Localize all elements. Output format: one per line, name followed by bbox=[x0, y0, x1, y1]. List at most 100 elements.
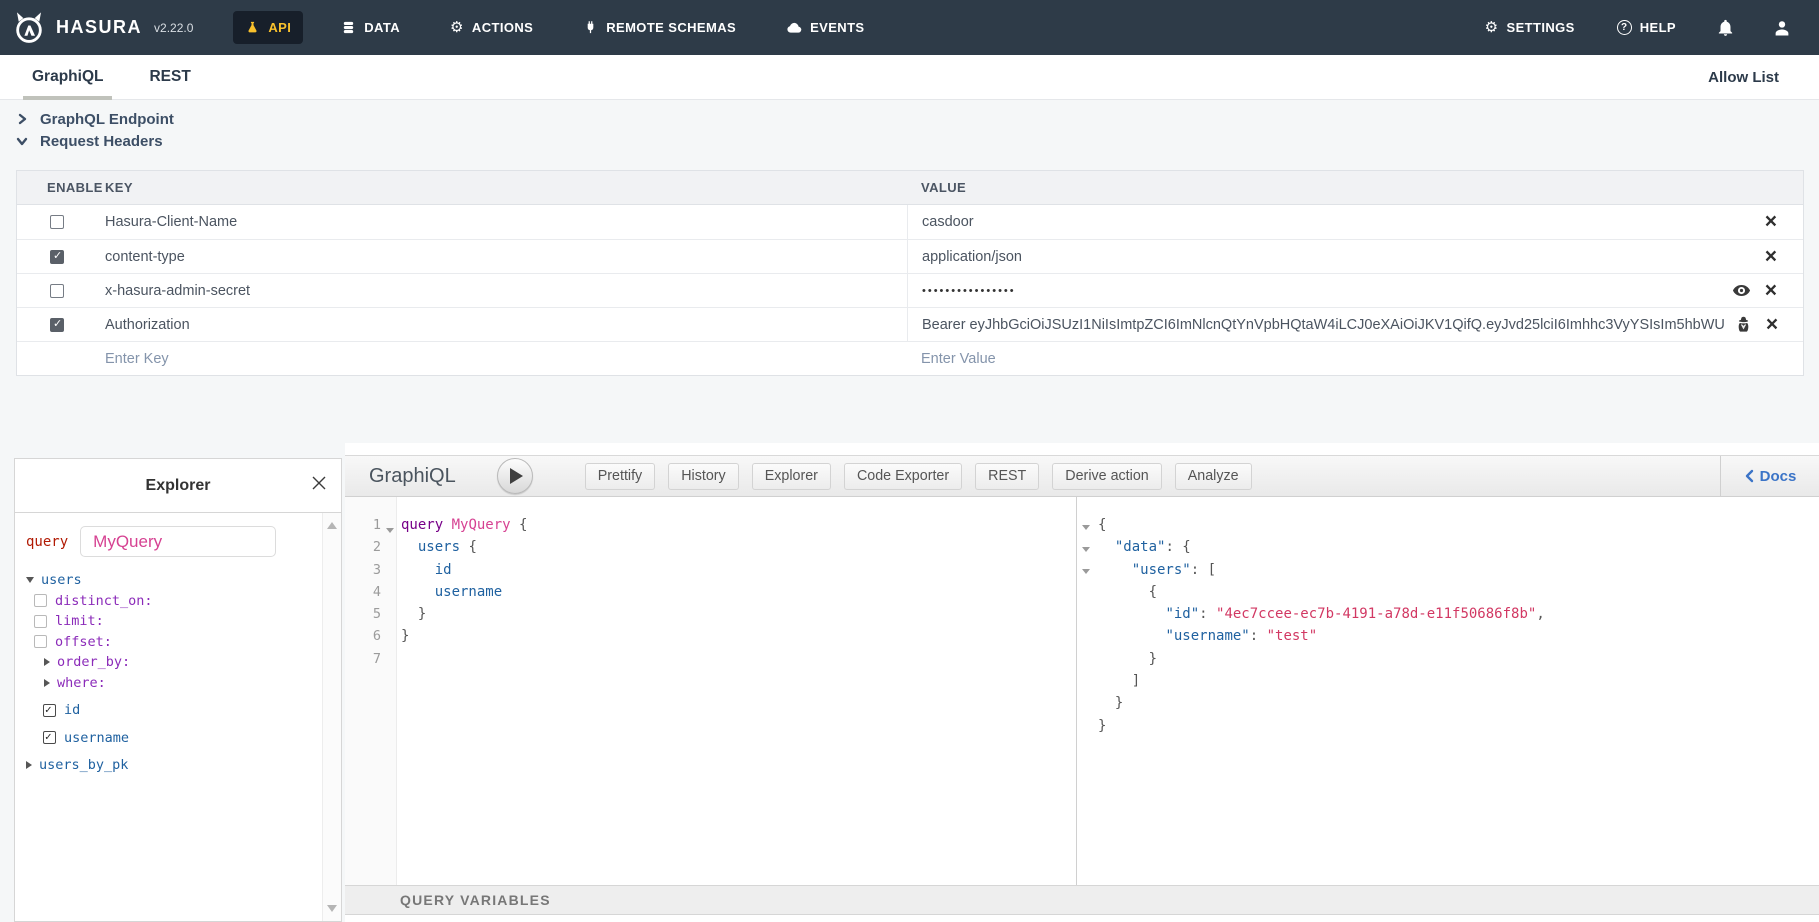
expand-arrow-icon[interactable] bbox=[26, 761, 32, 769]
enable-header-checkbox[interactable] bbox=[50, 284, 64, 298]
request-headers-table: ENABLE KEY VALUE Hasura-Client-Namecasdo… bbox=[16, 170, 1804, 376]
nav-item-data[interactable]: DATA bbox=[329, 11, 412, 44]
toolbar-button-history[interactable]: History bbox=[668, 463, 738, 490]
node-label: limit: bbox=[55, 613, 104, 629]
explorer-node-users[interactable]: users bbox=[23, 570, 341, 591]
collapsible-sections: GraphQL Endpoint Request Headers bbox=[16, 108, 174, 152]
new-header-value-input[interactable] bbox=[907, 342, 1803, 375]
toolbar-button-derive-action[interactable]: Derive action bbox=[1052, 463, 1161, 490]
allow-list-link[interactable]: Allow List bbox=[1708, 69, 1779, 86]
request-headers-toggle[interactable]: Request Headers bbox=[16, 130, 174, 152]
graphql-endpoint-toggle[interactable]: GraphQL Endpoint bbox=[16, 108, 174, 130]
header-value-cell[interactable]: •••••••••••••••• × bbox=[907, 274, 1803, 307]
explorer-node-offset[interactable]: offset: bbox=[23, 632, 341, 653]
header-key[interactable]: content-type bbox=[105, 249, 907, 265]
collapse-arrow-icon[interactable] bbox=[26, 577, 34, 583]
header-row: Hasura-Client-Name casdoor × bbox=[17, 205, 1803, 239]
notifications-bell-icon[interactable] bbox=[1716, 18, 1735, 37]
column-header-value: VALUE bbox=[907, 180, 1803, 195]
cloud-icon bbox=[786, 20, 802, 36]
enable-header-checkbox[interactable] bbox=[50, 318, 64, 332]
user-avatar-icon[interactable] bbox=[1773, 19, 1791, 37]
explorer-node-distinct_on[interactable]: distinct_on: bbox=[23, 591, 341, 612]
new-header-key-input[interactable] bbox=[17, 342, 907, 375]
remove-header-icon[interactable]: × bbox=[1765, 250, 1777, 264]
header-value[interactable]: •••••••••••••••• bbox=[922, 285, 1722, 297]
docs-button[interactable]: Docs bbox=[1720, 456, 1819, 496]
fold-arrow-icon[interactable] bbox=[1082, 569, 1090, 574]
query-variables-editor[interactable] bbox=[345, 915, 1819, 922]
remove-header-icon[interactable]: × bbox=[1765, 284, 1777, 298]
execute-query-button[interactable] bbox=[497, 458, 533, 494]
header-key[interactable]: Authorization bbox=[105, 317, 907, 333]
line-number: 4 bbox=[345, 584, 381, 606]
explorer-node-where[interactable]: where: bbox=[23, 673, 341, 694]
remove-header-icon[interactable]: × bbox=[1766, 318, 1778, 332]
nav-item-events[interactable]: EVENTS bbox=[774, 11, 876, 45]
line-number: 6 bbox=[345, 628, 381, 650]
api-subtabs: GraphiQL REST Allow List bbox=[0, 55, 1819, 100]
line-number: 3 bbox=[345, 562, 381, 584]
header-row: content-type application/json × bbox=[17, 239, 1803, 273]
header-value[interactable]: casdoor bbox=[922, 214, 1755, 230]
eye-icon[interactable] bbox=[1732, 281, 1751, 300]
toolbar-button-analyze[interactable]: Analyze bbox=[1175, 463, 1252, 490]
explorer-node-username[interactable]: username bbox=[23, 728, 341, 749]
field-checkbox[interactable] bbox=[43, 704, 56, 717]
explorer-node-limit[interactable]: limit: bbox=[23, 611, 341, 632]
header-key[interactable]: x-hasura-admin-secret bbox=[105, 283, 907, 299]
expand-arrow-icon[interactable] bbox=[44, 679, 50, 687]
nav-item-remote-schemas[interactable]: REMOTE SCHEMAS bbox=[571, 11, 748, 44]
close-icon[interactable] bbox=[311, 475, 327, 491]
fold-arrow-icon[interactable] bbox=[1082, 525, 1090, 530]
nav-item-actions[interactable]: ⚙ ACTIONS bbox=[438, 11, 545, 44]
explorer-scrollbar[interactable] bbox=[322, 513, 341, 921]
explorer-header: Explorer bbox=[15, 459, 341, 513]
header-value-cell[interactable]: application/json × bbox=[907, 240, 1803, 273]
explorer-node-order_by[interactable]: order_by: bbox=[23, 652, 341, 673]
row-icons: × bbox=[1765, 250, 1777, 264]
query-keyword-label: query bbox=[26, 534, 68, 550]
tab-rest[interactable]: REST bbox=[140, 55, 199, 100]
tab-graphiql[interactable]: GraphiQL bbox=[23, 55, 112, 100]
enable-header-checkbox[interactable] bbox=[50, 250, 64, 264]
header-value[interactable]: Bearer eyJhbGciOiJSUzI1NiIsImtpZCI6ImNlc… bbox=[922, 317, 1725, 333]
hasura-brand[interactable]: HASURA v2.22.0 bbox=[12, 11, 193, 45]
query-variables-bar[interactable]: QUERY VARIABLES bbox=[345, 885, 1819, 915]
nav-item-settings[interactable]: ⚙ SETTINGS bbox=[1483, 16, 1577, 39]
toolbar-button-code-exporter[interactable]: Code Exporter bbox=[844, 463, 962, 490]
query-code[interactable]: query MyQuery { users { id username }} bbox=[401, 517, 527, 673]
toolbar-button-prettify[interactable]: Prettify bbox=[585, 463, 656, 490]
explorer-panel: Explorer query usersdistinct_on:limit: of… bbox=[14, 458, 342, 922]
field-checkbox[interactable] bbox=[34, 594, 47, 607]
graphiql-toolbar: GraphiQL PrettifyHistoryExplorerCode Exp… bbox=[345, 455, 1819, 497]
header-value[interactable]: application/json bbox=[922, 249, 1755, 265]
row-icons: × bbox=[1765, 215, 1777, 229]
field-checkbox[interactable] bbox=[34, 635, 47, 648]
enable-header-checkbox[interactable] bbox=[50, 215, 64, 229]
expand-arrow-icon[interactable] bbox=[44, 658, 50, 666]
nav-item-api[interactable]: API bbox=[233, 11, 303, 44]
node-label: username bbox=[64, 730, 129, 746]
explorer-node-users_by_pk[interactable]: users_by_pk bbox=[23, 755, 341, 776]
query-name-input[interactable] bbox=[80, 526, 276, 557]
toolbar-button-rest[interactable]: REST bbox=[975, 463, 1039, 490]
column-header-enable: ENABLE bbox=[17, 180, 105, 195]
node-label: users_by_pk bbox=[39, 757, 128, 773]
fold-arrow-icon[interactable] bbox=[386, 528, 394, 533]
decode-jwt-icon[interactable] bbox=[1735, 316, 1752, 333]
table-header-row: ENABLE KEY VALUE bbox=[17, 171, 1803, 205]
field-checkbox[interactable] bbox=[43, 731, 56, 744]
scroll-up-icon[interactable] bbox=[327, 522, 337, 529]
header-value-cell[interactable]: Bearer eyJhbGciOiJSUzI1NiIsImtpZCI6ImNlc… bbox=[907, 308, 1804, 341]
field-checkbox[interactable] bbox=[34, 615, 47, 628]
remove-header-icon[interactable]: × bbox=[1765, 215, 1777, 229]
fold-arrow-icon[interactable] bbox=[1082, 547, 1090, 552]
explorer-node-id[interactable]: id bbox=[23, 700, 341, 721]
header-value-cell[interactable]: casdoor × bbox=[907, 205, 1803, 239]
nav-item-help[interactable]: ? HELP bbox=[1615, 16, 1678, 39]
main-nav: API DATA ⚙ ACTIONS REMOTE SCHEMAS EVENTS bbox=[233, 11, 876, 45]
scroll-down-icon[interactable] bbox=[327, 905, 337, 912]
header-key[interactable]: Hasura-Client-Name bbox=[105, 214, 907, 230]
toolbar-button-explorer[interactable]: Explorer bbox=[752, 463, 831, 490]
